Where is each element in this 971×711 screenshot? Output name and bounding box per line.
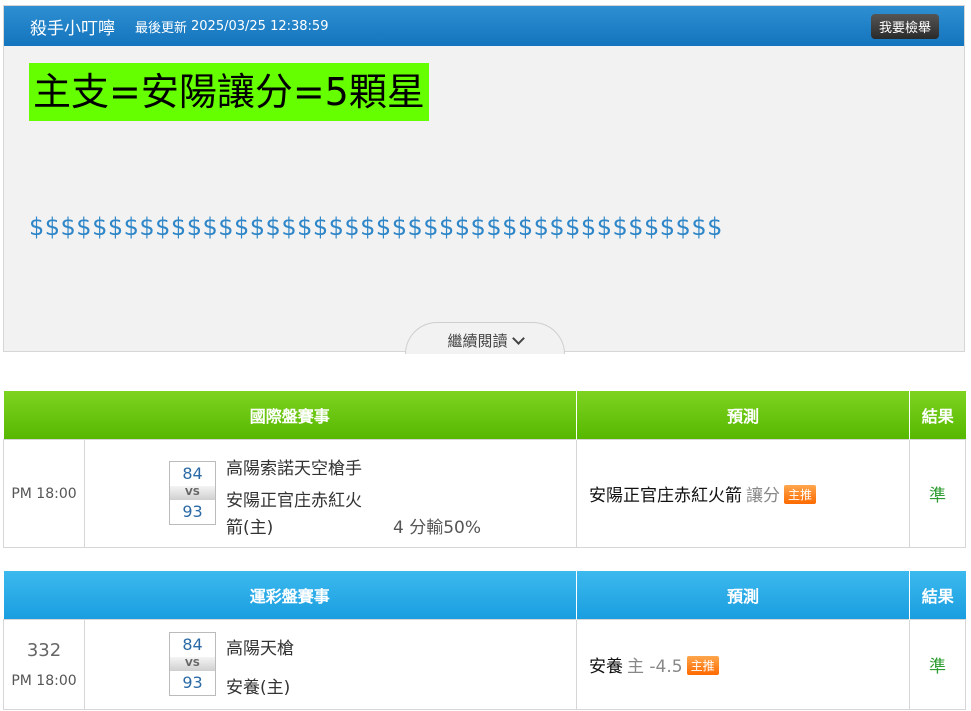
handicap-note: 4 分輸50% bbox=[393, 518, 482, 538]
team-away: 高陽天槍 bbox=[226, 639, 294, 659]
international-games-table: 國際盤賽事 預測 結果 PM 18:00 84 VS 93 高陽索諾天空槍手 安… bbox=[3, 391, 967, 548]
article-headline: 主支=安陽讓分=5顆星 bbox=[29, 63, 429, 121]
prediction-cell: 安養主 -4.5 主推 bbox=[576, 619, 911, 710]
article-panel: 殺手小叮嚀 最後更新 2025/03/25 12:38:59 我要檢舉 主支=安… bbox=[3, 5, 965, 352]
result-status: 準 bbox=[909, 619, 967, 710]
article-body: 主支=安陽讓分=5顆星 $$$$$$$$$$$$$$$$$$$$$$$$$$$$… bbox=[4, 46, 964, 308]
author-name[interactable]: 殺手小叮嚀 bbox=[30, 14, 115, 39]
time-text: PM 18:00 bbox=[11, 485, 77, 502]
header-event: 國際盤賽事 bbox=[3, 391, 578, 440]
table-header: 運彩盤賽事 預測 結果 bbox=[3, 571, 966, 620]
truncated-text: 求勝虛擬 bbox=[34, 296, 210, 308]
article-header: 殺手小叮嚀 最後更新 2025/03/25 12:38:59 我要檢舉 bbox=[4, 6, 964, 46]
chevron-down-icon bbox=[511, 332, 525, 345]
prediction-type: 主 -4.5 bbox=[627, 657, 683, 677]
score-away: 84 bbox=[182, 464, 203, 483]
team-home-line2: 箭(主) bbox=[226, 518, 274, 538]
team-home-line1: 安陽正官庄赤紅火 bbox=[226, 491, 362, 511]
read-more-button[interactable]: 繼續閱讀 bbox=[405, 322, 565, 354]
team-home: 安養(主) bbox=[226, 678, 291, 698]
prediction-cell: 安陽正官庄赤紅火箭 讓分 主推 bbox=[576, 439, 911, 548]
prediction-team: 安養 bbox=[589, 657, 624, 677]
table-row[interactable]: PM 18:00 84 VS 93 高陽索諾天空槍手 安陽正官庄赤紅火 箭(主)… bbox=[3, 439, 967, 548]
prediction-type: 讓分 bbox=[746, 486, 781, 506]
team-away: 高陽索諾天空槍手 bbox=[226, 459, 362, 479]
table-row[interactable]: 332 PM 18:00 84 VS 93 高陽天槍 安養(主) 安養主 -4.… bbox=[3, 619, 967, 710]
game-time: 332 PM 18:00 bbox=[3, 619, 85, 710]
score-box: 84 VS 93 bbox=[169, 461, 216, 525]
prediction-team: 安陽正官庄赤紅火箭 bbox=[589, 486, 743, 506]
top-pick-badge: 主推 bbox=[686, 656, 719, 675]
header-result: 結果 bbox=[909, 571, 966, 620]
score-home: 93 bbox=[182, 673, 203, 692]
score-box: 84 VS 93 bbox=[169, 632, 216, 696]
table-header: 國際盤賽事 預測 結果 bbox=[3, 391, 966, 440]
time-text: PM 18:00 bbox=[11, 673, 77, 689]
read-more-label: 繼續閱讀 bbox=[447, 332, 508, 350]
game-time: PM 18:00 bbox=[3, 439, 85, 548]
vs-label: VS bbox=[170, 657, 215, 671]
header-prediction: 預測 bbox=[576, 391, 911, 440]
match-cell[interactable]: 84 VS 93 高陽天槍 安養(主) bbox=[83, 619, 578, 710]
sport-lottery-games-table: 運彩盤賽事 預測 結果 332 PM 18:00 84 VS 93 高陽天槍 安… bbox=[3, 571, 967, 710]
header-result: 結果 bbox=[909, 391, 966, 440]
header-event: 運彩盤賽事 bbox=[3, 571, 578, 620]
game-number: 332 bbox=[26, 640, 62, 661]
vs-label: VS bbox=[170, 486, 215, 500]
last-updated-label: 最後更新 bbox=[135, 20, 188, 36]
last-updated-time: 2025/03/25 12:38:59 bbox=[191, 18, 329, 34]
result-status: 準 bbox=[909, 439, 967, 548]
top-pick-badge: 主推 bbox=[784, 485, 817, 504]
score-away: 84 bbox=[182, 635, 203, 654]
header-prediction: 預測 bbox=[576, 571, 911, 620]
score-home: 93 bbox=[182, 502, 203, 521]
dollar-line: $$$$$$$$$$$$$$$$$$$$$$$$$$$$$$$$$$$$$$$$… bbox=[29, 213, 723, 241]
match-cell[interactable]: 84 VS 93 高陽索諾天空槍手 安陽正官庄赤紅火 箭(主) 4 分輸50% bbox=[83, 439, 578, 548]
report-button[interactable]: 我要檢舉 bbox=[870, 14, 939, 39]
